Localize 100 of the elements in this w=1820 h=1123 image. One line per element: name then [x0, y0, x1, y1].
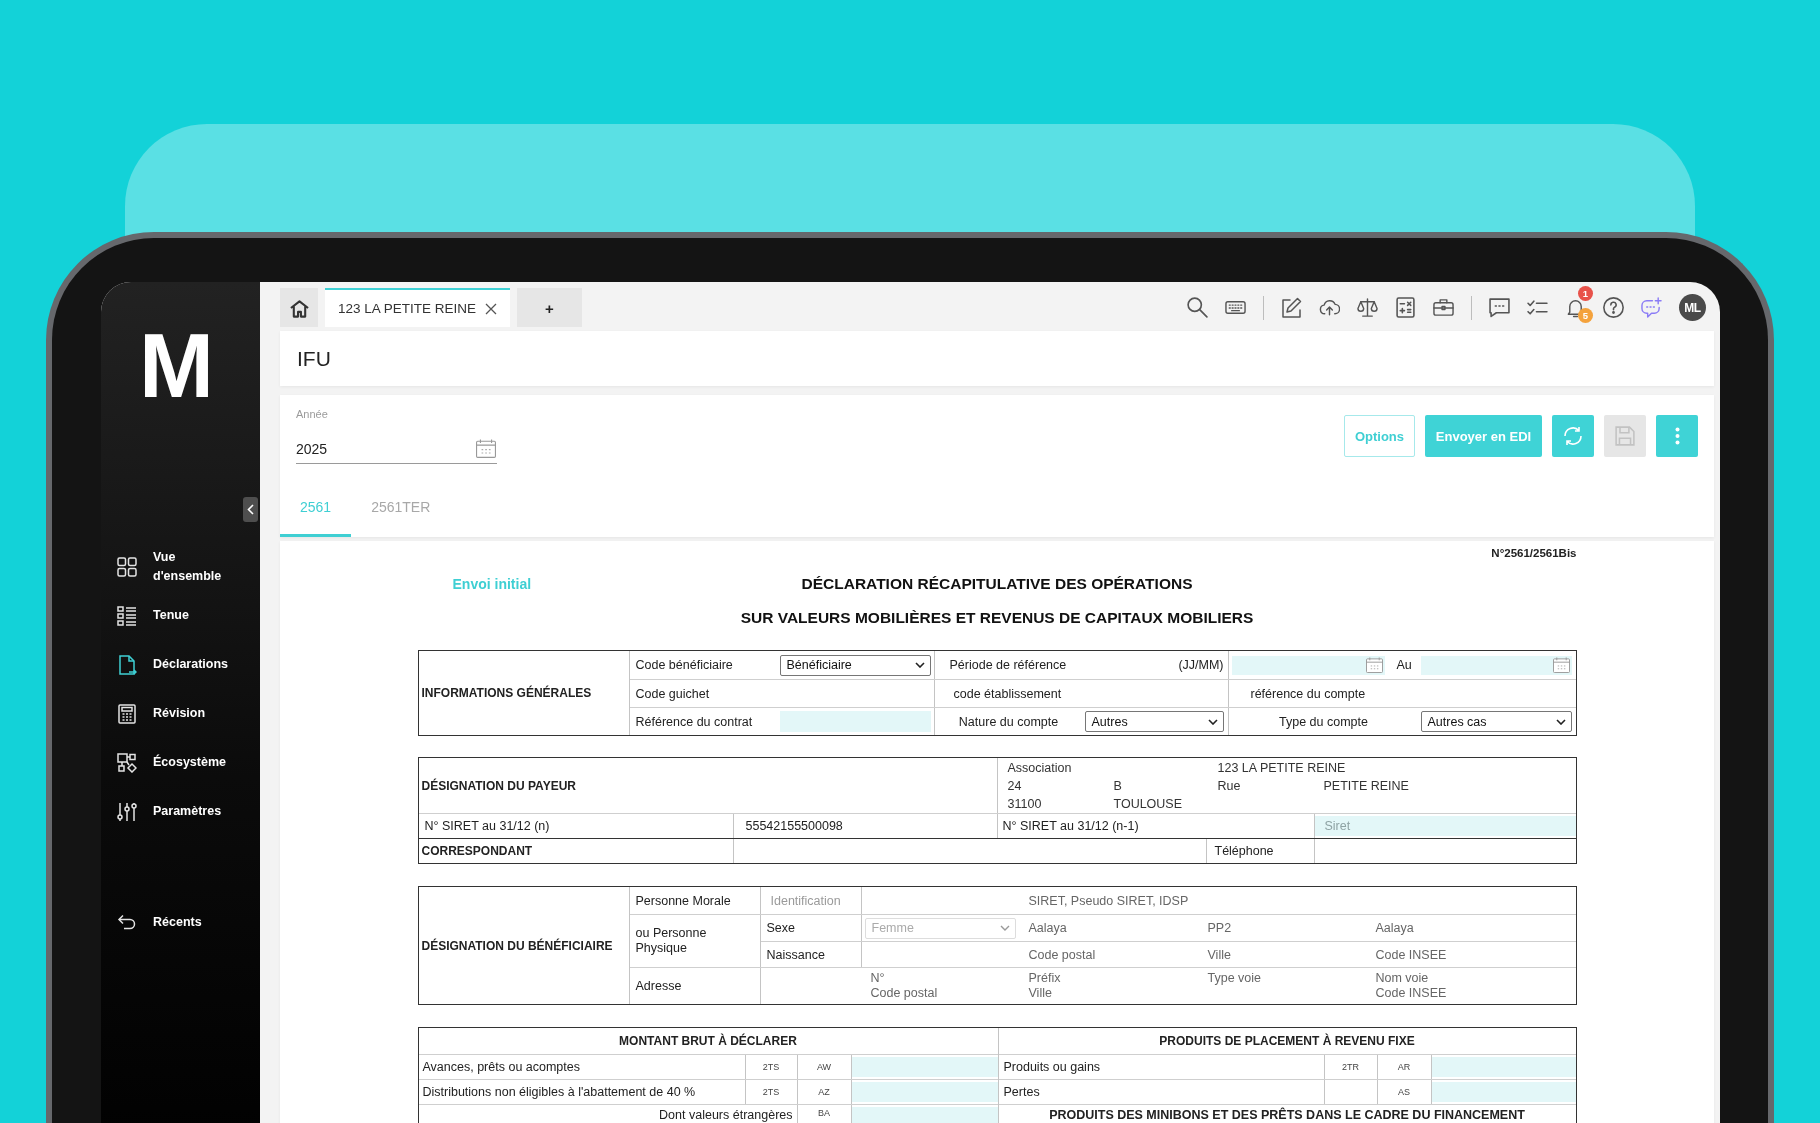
- calendar-icon[interactable]: [1365, 657, 1383, 673]
- field-label: Produits ou gains: [1003, 1060, 1101, 1074]
- address-text: 31100: [1007, 795, 1042, 813]
- collapse-button[interactable]: [243, 497, 258, 522]
- search-icon[interactable]: [1187, 297, 1208, 318]
- box-code: 2TS: [762, 1062, 780, 1072]
- field-label: Code INSEE: [1375, 948, 1447, 962]
- field-label: Distributions non éligibles à l'abattement de 40 %: [422, 1085, 696, 1099]
- amount-field[interactable]: [851, 1107, 998, 1123]
- more-vertical-icon: [1674, 427, 1680, 445]
- calculator-icon[interactable]: [1395, 297, 1416, 318]
- help-icon[interactable]: [1603, 297, 1624, 318]
- field-label: Code postal: [1028, 948, 1096, 962]
- notification-badge: 1: [1578, 286, 1593, 301]
- caret-icon: [999, 925, 1010, 931]
- field-label: Code bénéficiaire: [635, 658, 733, 672]
- list-icon: [117, 605, 137, 626]
- address-text: B: [1113, 777, 1122, 795]
- edit-icon[interactable]: [1281, 297, 1302, 318]
- nav-item[interactable]: Déclarations: [101, 640, 260, 689]
- field-value: Aalaya: [1375, 921, 1414, 935]
- siret-input[interactable]: Siret: [1314, 816, 1576, 836]
- sparkle-chat-icon[interactable]: [1641, 297, 1662, 318]
- input-field[interactable]: [779, 711, 931, 732]
- field-label: Ville: [1028, 986, 1052, 1001]
- box-code: 2TS: [762, 1087, 780, 1097]
- field-label: code établissement: [953, 686, 1062, 701]
- grid-icon: [117, 556, 137, 577]
- address-text: PETITE REINE: [1323, 777, 1409, 795]
- date-field[interactable]: [1420, 655, 1572, 675]
- box-code: 2TR: [1342, 1062, 1359, 1072]
- address-text: Rue: [1217, 777, 1241, 795]
- brand-logo: M: [139, 329, 213, 403]
- calculator-icon: [117, 703, 137, 724]
- nav-item[interactable]: Écosystème: [101, 738, 260, 787]
- floppy-disk-icon: [1615, 426, 1635, 446]
- user-avatar[interactable]: ML: [1679, 294, 1706, 321]
- line-code: AS: [1398, 1087, 1410, 1097]
- field-label: Code postal: [870, 986, 938, 1001]
- field-label: Code INSEE: [1375, 986, 1447, 1001]
- field-label: Pertes: [1003, 1085, 1040, 1099]
- scales-icon[interactable]: [1357, 297, 1378, 318]
- field-label: Nom voie: [1375, 971, 1429, 986]
- dropdown-field[interactable]: Autres: [1084, 711, 1224, 732]
- line-code: AW: [816, 1062, 832, 1072]
- year-field[interactable]: 2025: [296, 434, 497, 464]
- amount-field[interactable]: [1431, 1057, 1576, 1077]
- field-label: ou Personne Physique: [635, 926, 708, 956]
- address-text: TOULOUSE: [1113, 795, 1183, 813]
- field-label: SIRET, Pseudo SIRET, IDSP: [1028, 893, 1189, 908]
- close-icon[interactable]: [485, 302, 498, 315]
- field-label: Ville: [1207, 948, 1231, 962]
- new-tab-button[interactable]: +: [517, 288, 582, 327]
- field-value: 55542155500098: [745, 819, 843, 833]
- diagram-icon: [117, 752, 137, 773]
- recent-link[interactable]: Récents: [101, 898, 260, 947]
- calendar-icon[interactable]: [1552, 657, 1570, 673]
- cloud-upload-icon[interactable]: [1319, 297, 1340, 318]
- nav-item[interactable]: Révision: [101, 689, 260, 738]
- nav-item[interactable]: Paramètres: [101, 787, 260, 836]
- briefcase-icon[interactable]: [1433, 297, 1454, 318]
- form-number: N°2561/2561Bis: [1491, 546, 1577, 560]
- status-text: Envoi initial: [452, 576, 532, 592]
- client-tab[interactable]: 123 LA PETITE REINE: [325, 288, 510, 327]
- nav-item[interactable]: Tenue: [101, 591, 260, 640]
- field-value: Aalaya: [1028, 921, 1067, 935]
- section-heading: DÉSIGNATION DU BÉNÉFICIAIRE: [421, 938, 613, 953]
- nav-item[interactable]: Vue d'ensemble: [101, 542, 260, 591]
- field-label: Avances, prêts ou acomptes: [422, 1060, 580, 1074]
- field-label: N° SIRET au 31/12 (n): [424, 819, 550, 833]
- field-label: référence du compte: [1250, 686, 1366, 701]
- section-heading: PRODUITS DE PLACEMENT À REVENU FIXE: [1159, 1034, 1415, 1048]
- field-label: Code guichet: [635, 686, 710, 701]
- chat-bubble-icon[interactable]: [1489, 297, 1510, 318]
- amount-field[interactable]: [851, 1082, 998, 1102]
- field-label: Au: [1396, 658, 1412, 672]
- line-code: BA: [818, 1108, 830, 1118]
- dropdown-field[interactable]: Bénéficiaire: [779, 654, 931, 676]
- field-label: Nature du compte: [958, 714, 1059, 729]
- field-label: Sexe: [766, 921, 795, 935]
- field-label: Identification: [770, 893, 841, 908]
- sliders-icon: [117, 801, 137, 822]
- section-heading: DÉSIGNATION DU PAYEUR: [421, 778, 576, 793]
- caret-icon: [1207, 718, 1218, 725]
- notification-badge: 5: [1578, 308, 1593, 323]
- date-field[interactable]: [1231, 655, 1385, 675]
- calendar-icon[interactable]: [476, 439, 496, 458]
- home-tab[interactable]: [280, 288, 318, 327]
- field-label: Période de référence: [949, 658, 1067, 672]
- format-hint: (JJ/MM): [1178, 658, 1224, 672]
- document-icon: [117, 654, 137, 675]
- section-heading: CORRESPONDANT: [421, 844, 533, 858]
- amount-field[interactable]: [1431, 1082, 1576, 1102]
- home-icon: [289, 299, 309, 318]
- dropdown-field[interactable]: Autres cas: [1420, 711, 1572, 732]
- amount-field[interactable]: [851, 1057, 998, 1077]
- field-label: N° SIRET au 31/12 (n-1): [1002, 819, 1139, 833]
- form-title: SUR VALEURS MOBILIÈRES ET REVENUS DE CAPITAUX MOBILIERS: [740, 609, 1254, 627]
- line-code: AR: [1397, 1062, 1411, 1072]
- refresh-button[interactable]: [1552, 415, 1594, 457]
